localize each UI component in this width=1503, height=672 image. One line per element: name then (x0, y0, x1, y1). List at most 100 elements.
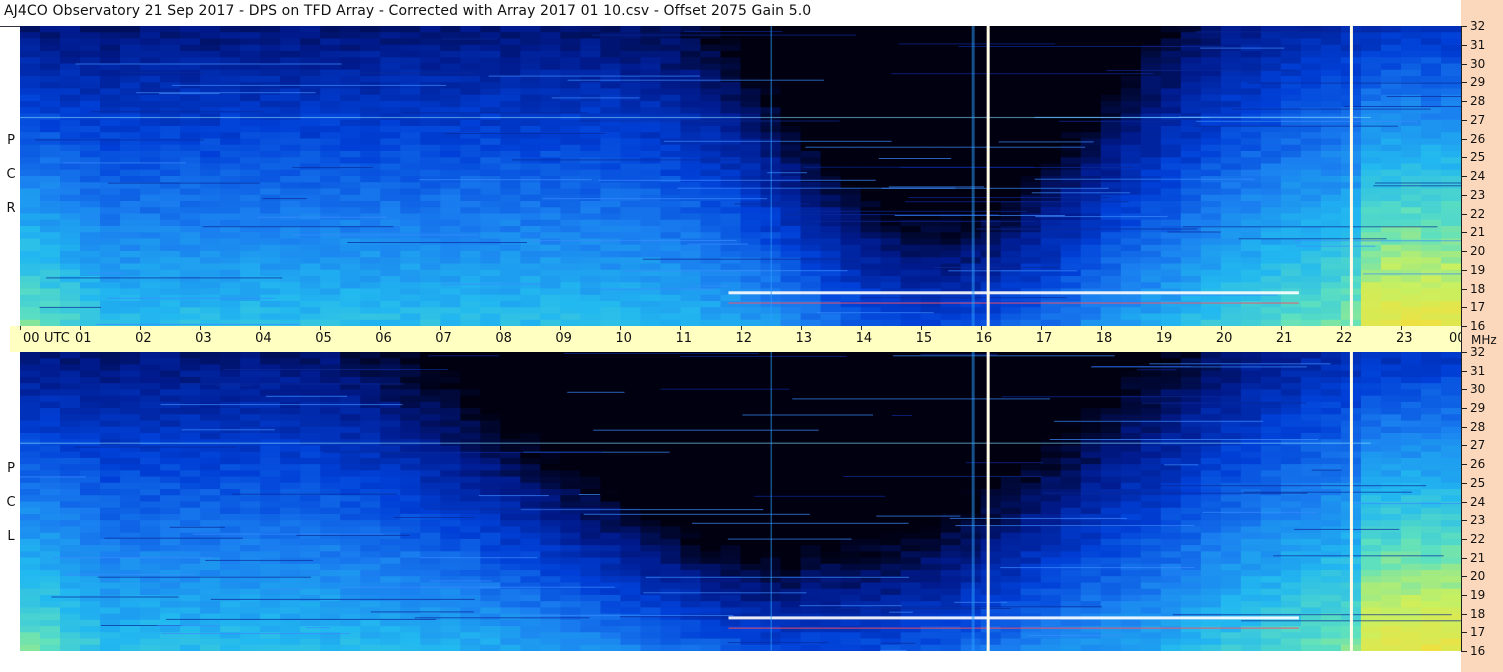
spectrogram-cell (200, 370, 221, 378)
spectrogram-cell (1140, 76, 1162, 83)
spectrogram-cell (680, 432, 702, 440)
spectrogram-cell (1000, 219, 1022, 227)
spectrogram-cell (420, 282, 441, 290)
spectrogram-cell (200, 401, 221, 409)
spectrogram-cell (100, 244, 121, 252)
spectrogram-cell (1040, 126, 1062, 133)
spectrogram-cell (540, 138, 561, 146)
spectrogram-cell (1440, 238, 1461, 246)
spectrogram-cell (500, 426, 521, 434)
spectrogram-cell (580, 244, 601, 252)
spectrogram-cell (1000, 276, 1022, 283)
spectrogram-cell (120, 251, 141, 258)
spectrogram-cell (140, 383, 161, 390)
spectrogram-cell (480, 408, 501, 415)
spectrogram-cell (260, 144, 281, 152)
spectrogram-cell (1080, 370, 1102, 378)
spectrogram-cell (360, 119, 381, 127)
spectrogram-cell (420, 301, 441, 308)
spectrogram-cell (80, 238, 101, 246)
spectrogram-cell (1040, 207, 1062, 215)
spectrogram-cell (420, 44, 441, 52)
spectrogram-cell (1000, 257, 1022, 265)
spectrogram-cell (1020, 188, 1042, 196)
spectrogram-cell (120, 307, 141, 315)
spectrogram-cell (480, 426, 501, 434)
spectrogram-cell (20, 194, 41, 202)
spectrogram-cell (140, 313, 161, 321)
spectrogram-cell (400, 376, 421, 384)
spectrogram-cell (300, 269, 321, 277)
spectrogram-cell (140, 232, 161, 240)
spectrogram-cell (280, 464, 301, 471)
spectrogram-cell (740, 301, 762, 308)
spectrogram-cell (440, 76, 461, 83)
spectrogram-cell (140, 163, 161, 171)
spectrogram-cell (860, 263, 882, 271)
spectrogram-cell (1420, 44, 1442, 52)
spectrogram-cell (400, 57, 421, 65)
spectrogram-cell (80, 464, 101, 471)
spectrogram-cell (1060, 358, 1082, 366)
spectrogram-cell (1300, 76, 1322, 83)
spectrogram-cell (1260, 38, 1282, 46)
spectrogram-cell (860, 194, 882, 202)
spectrogram-cell (360, 263, 381, 271)
spectrogram-cell (1380, 138, 1402, 146)
spectrogram-cell (540, 464, 561, 471)
spectrogram-cell (200, 251, 221, 258)
spectrogram-cell (840, 207, 862, 215)
spectrogram-cell (820, 219, 842, 227)
spectrogram-cell (80, 119, 101, 127)
spectrogram-cell (1040, 94, 1062, 102)
spectrogram-cell (20, 276, 41, 283)
spectrogram-cell (1180, 414, 1202, 422)
spectrogram-cell (820, 457, 842, 465)
spectrogram-cell (540, 232, 561, 240)
spectrogram-cell (980, 257, 1002, 265)
spectrogram-cell (700, 88, 722, 96)
spectrogram-cell (60, 263, 81, 271)
spectrogram-cell (720, 364, 742, 372)
spectrogram-cell (360, 307, 381, 315)
spectrogram-cell (1160, 414, 1182, 422)
spectrogram-cell (820, 82, 842, 90)
spectrogram-cell (820, 126, 842, 133)
spectrogram-cell (280, 57, 301, 65)
spectrogram-cell (260, 269, 281, 277)
spectrogram-cell (580, 151, 601, 158)
spectrogram-cell (880, 251, 902, 258)
spectrogram-cell (300, 219, 321, 227)
spectrogram-cell (380, 188, 401, 196)
spectrogram-cell (20, 76, 41, 83)
spectrogram-cell (120, 457, 141, 465)
spectrogram-cell (440, 219, 461, 227)
spectrogram-cell (200, 451, 221, 459)
spectrogram-cell (560, 470, 581, 478)
spectrogram-cell (700, 301, 722, 308)
spectrogram-cell (700, 213, 722, 221)
spectrogram-cell (1020, 432, 1042, 440)
spectrogram-cell (1380, 370, 1402, 378)
spectrogram-cell (340, 119, 361, 127)
spectrogram-cell (1160, 107, 1182, 115)
spectrogram-cell (540, 426, 561, 434)
spectrogram-cell (1380, 157, 1402, 165)
spectrogram-cell (1000, 144, 1022, 152)
spectrogram-cell (280, 119, 301, 127)
interference-streak (578, 120, 840, 122)
interference-streak (1196, 120, 1418, 122)
spectrogram-cell (720, 57, 742, 65)
spectrogram-cell (1020, 408, 1042, 415)
spectrogram-cell (1300, 32, 1322, 40)
spectrogram-cell (220, 57, 241, 65)
spectrogram-cell (420, 401, 441, 409)
spectrogram-cell (1220, 282, 1242, 290)
spectrogram-cell (1120, 88, 1142, 96)
spectrogram-cell (1200, 301, 1222, 308)
spectrogram-cell (500, 88, 521, 96)
spectrogram-cell (640, 389, 662, 397)
spectrogram-cell (140, 408, 161, 415)
spectrogram-cell (680, 69, 702, 77)
interference-streak (908, 197, 1109, 198)
